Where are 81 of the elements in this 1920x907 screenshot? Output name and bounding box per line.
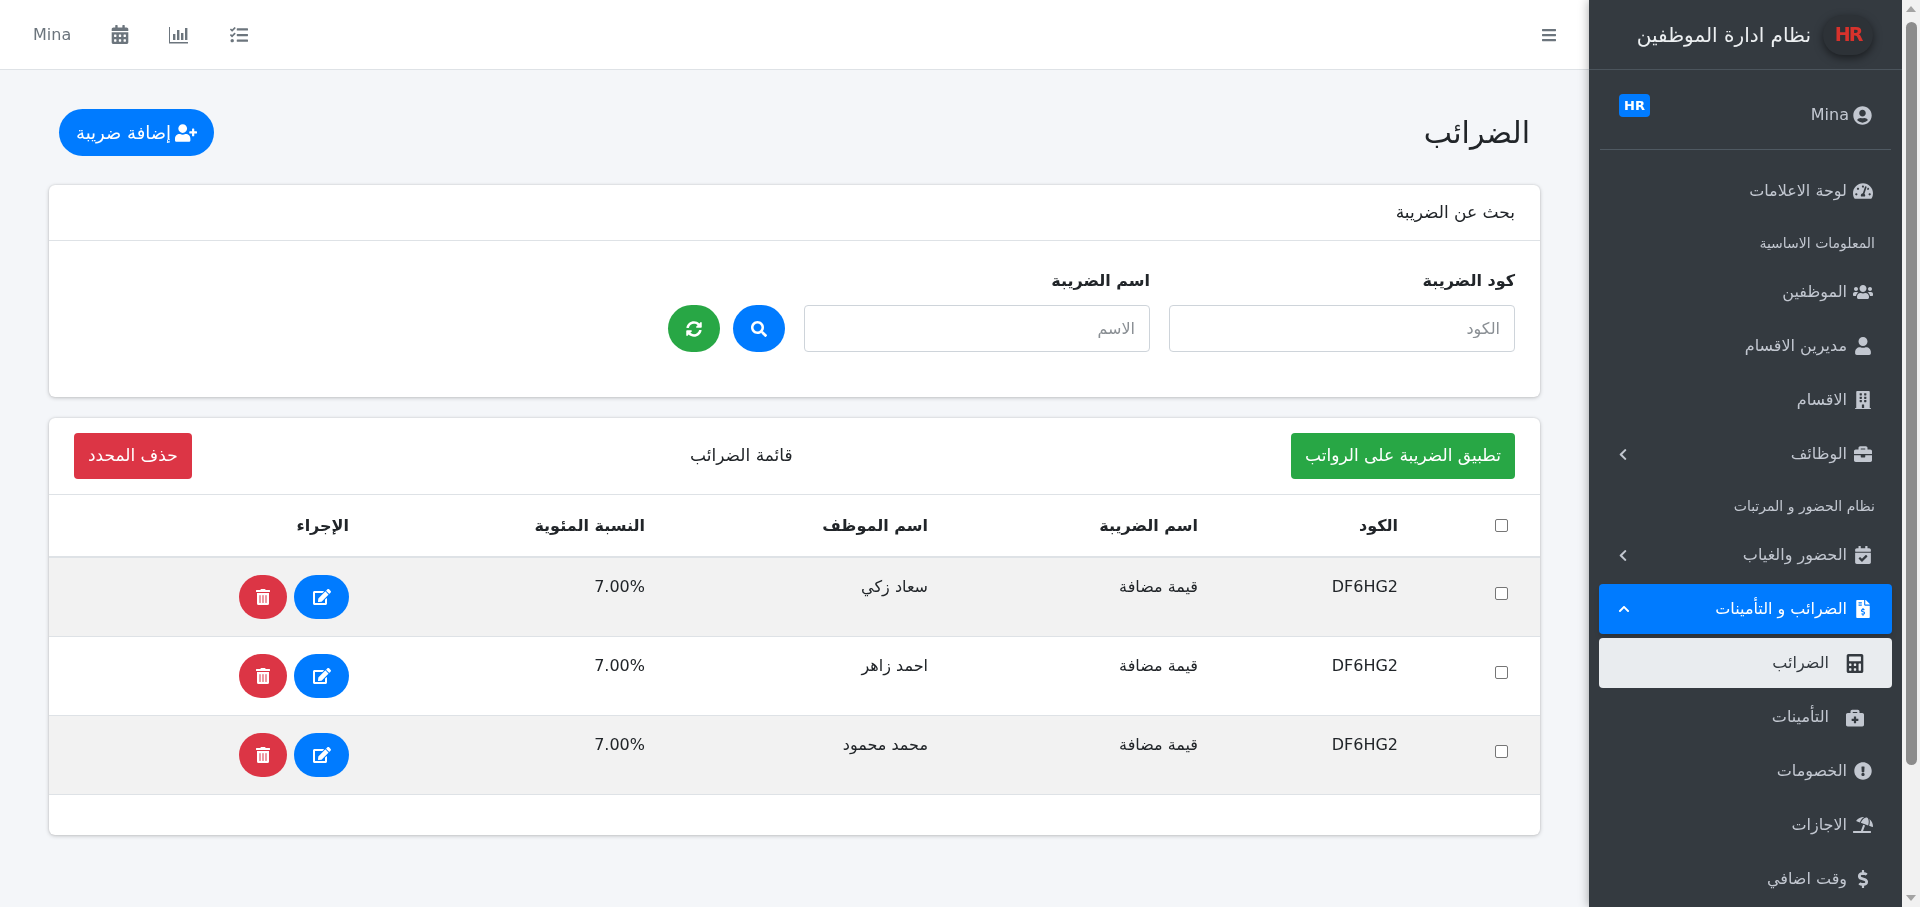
sidebar-nav-item[interactable]: الموظفين [1599, 267, 1892, 317]
sidebar-section-header: نظام الحضور و المرتبات [1733, 497, 1875, 517]
calendar-check-icon [1853, 546, 1873, 564]
sidebar-nav-item[interactable]: لوحة الاعلامات [1599, 166, 1892, 216]
gauge-icon [1853, 182, 1873, 200]
search-icon [751, 320, 767, 337]
beach-umbrella-icon [1853, 816, 1873, 834]
field-label: كود الضريبة [1421, 270, 1515, 292]
medical-briefcase-icon [1846, 707, 1864, 727]
user-name[interactable]: Mina [1810, 103, 1849, 127]
add-tax-button[interactable]: إضافة ضريبة [59, 109, 215, 156]
trash-icon [256, 589, 270, 605]
table-cell-text: قيمة مضافة [1118, 576, 1199, 598]
table-cell-text: 7.00% [593, 576, 646, 598]
table-cell-text: 7.00% [593, 655, 646, 677]
sidebar-nav-item[interactable]: الخصومات [1599, 746, 1892, 796]
refresh-button[interactable] [668, 305, 720, 352]
menu-icon[interactable] [1541, 26, 1557, 43]
table-cell-text: قيمة مضافة [1118, 734, 1199, 756]
table-cell-text: DF6HG2 [1330, 655, 1399, 677]
user-plus-icon [175, 123, 198, 142]
column-header: الكود [1357, 514, 1399, 537]
scrollbar[interactable] [1902, 0, 1920, 907]
column-header: اسم الضريبة [1098, 514, 1199, 537]
search-button[interactable] [733, 305, 785, 352]
refresh-icon [686, 320, 702, 337]
brand-title: نظام ادارة الموظفين [1636, 21, 1811, 49]
users-icon [1853, 283, 1873, 301]
delete-button[interactable] [239, 654, 287, 698]
building-icon [1853, 391, 1873, 409]
table-cell-text: محمد محمود [841, 734, 929, 756]
card-title: قائمة الضرائب [690, 444, 793, 468]
sidebar-section-header: المعلومات الاساسية [1759, 234, 1875, 254]
edit-button[interactable] [294, 575, 349, 619]
invoice-dollar-icon [1853, 600, 1873, 618]
user-icon [1853, 337, 1873, 355]
bar-chart-icon[interactable] [169, 25, 190, 44]
table-cell-text: 7.00% [593, 734, 646, 756]
edit-button[interactable] [294, 654, 349, 698]
sidebar-nav-item[interactable]: الوظائف [1599, 429, 1892, 479]
briefcase-icon [1853, 445, 1873, 463]
table-cell-text: سعاد زكي [860, 576, 929, 599]
calculator-icon [1846, 653, 1864, 673]
delete-button[interactable] [239, 575, 287, 619]
edit-icon [312, 589, 331, 605]
role-badge: HR [1619, 94, 1650, 117]
table-cell-text: DF6HG2 [1330, 734, 1399, 756]
edit-button[interactable] [294, 733, 349, 777]
column-header: الإجراء [295, 514, 350, 537]
trash-icon [256, 668, 270, 684]
field-label: اسم الضريبة [1050, 270, 1150, 292]
input-field[interactable]: الاسم [804, 305, 1150, 352]
sidebar-nav-item[interactable]: الاجازات [1599, 800, 1892, 850]
delete-selected-button[interactable]: حذف المحدد [74, 433, 192, 479]
task-list-icon[interactable] [229, 25, 250, 44]
sidebar-nav-item[interactable]: الضرائب و التأمينات [1599, 584, 1892, 634]
card-title: بحث عن الضريبة [1395, 200, 1515, 224]
checkbox[interactable] [1495, 745, 1508, 758]
edit-icon [312, 747, 331, 763]
column-header: النسبة المئوية [533, 514, 646, 537]
sidebar-nav-item[interactable]: وقت اضافي [1599, 854, 1892, 904]
table-cell-text: DF6HG2 [1330, 576, 1399, 598]
column-header: اسم الموظف [821, 514, 929, 537]
checkbox[interactable] [1495, 587, 1508, 600]
checkbox[interactable] [1495, 519, 1508, 532]
user-menu-link[interactable]: Mina [33, 22, 72, 47]
trash-icon [256, 747, 270, 763]
table-cell-text: احمد زاهر [859, 655, 929, 678]
sidebar-nav-item[interactable]: الحضور والغياب [1599, 530, 1892, 580]
calendar-icon[interactable] [111, 25, 130, 44]
sidebar-nav-item[interactable]: مديرين الاقسام [1599, 321, 1892, 371]
sidebar-nav-item[interactable]: الاقسام [1599, 375, 1892, 425]
edit-icon [312, 668, 331, 684]
sidebar-subnav-item[interactable]: التأمينات [1599, 692, 1892, 742]
table-cell-text: قيمة مضافة [1118, 655, 1199, 677]
delete-button[interactable] [239, 733, 287, 777]
sidebar-subnav-item[interactable]: الضرائب [1599, 638, 1892, 688]
input-field[interactable]: الكود [1169, 305, 1515, 352]
page-title: الضرائب [1423, 117, 1530, 148]
checkbox[interactable] [1495, 666, 1508, 679]
scrollbar-thumb[interactable] [1905, 22, 1917, 765]
